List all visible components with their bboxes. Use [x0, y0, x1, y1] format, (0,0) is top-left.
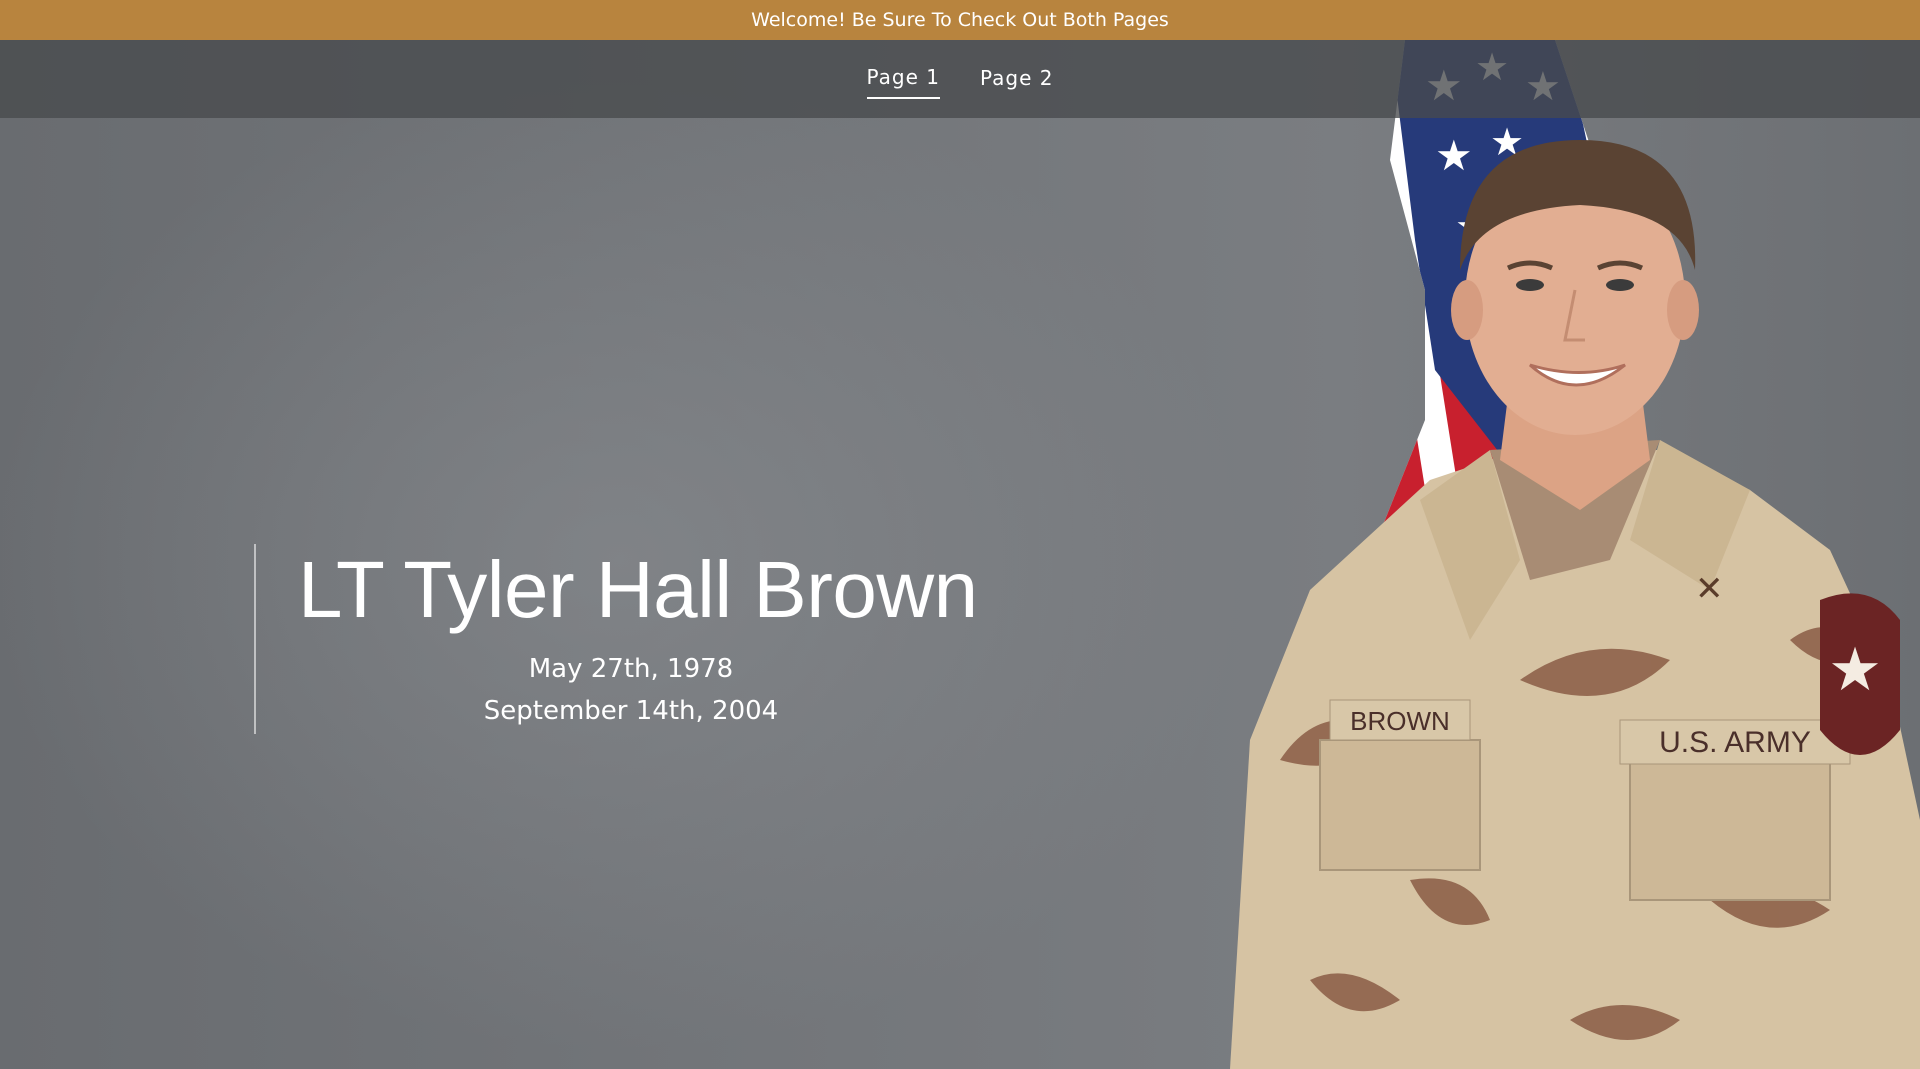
svg-text:★: ★: [1828, 635, 1882, 705]
nav-page-2[interactable]: Page 2: [980, 56, 1054, 98]
name-tape: BROWN: [1329, 699, 1471, 741]
death-date: September 14th, 2004: [483, 696, 779, 726]
announcement-bar: Welcome! Be Sure To Check Out Both Pages: [0, 0, 1920, 40]
top-navigation: Page 1 Page 2: [0, 40, 1920, 118]
collar-insignia: ✕: [1695, 569, 1724, 609]
unit-patch: ★: [1820, 593, 1900, 755]
branch-tape: U.S. ARMY: [1619, 719, 1851, 765]
announcement-text: Welcome! Be Sure To Check Out Both Pages: [751, 9, 1169, 31]
nav-page-1[interactable]: Page 1: [866, 55, 940, 99]
hero-section: ★ ★ ★ ★ ★ ★ ★ ★ ★: [0, 0, 1920, 1069]
page-title: LT Tyler Hall Brown: [298, 545, 978, 634]
memorial-title-block: LT Tyler Hall Brown May 27th, 1978 Septe…: [254, 544, 1056, 734]
soldier-portrait-image: BROWN U.S. ARMY ★ ✕: [1230, 140, 1920, 1069]
svg-text:U.S. ARMY: U.S. ARMY: [1659, 726, 1811, 759]
birth-date: May 27th, 1978: [528, 654, 734, 684]
svg-text:BROWN: BROWN: [1350, 706, 1450, 736]
